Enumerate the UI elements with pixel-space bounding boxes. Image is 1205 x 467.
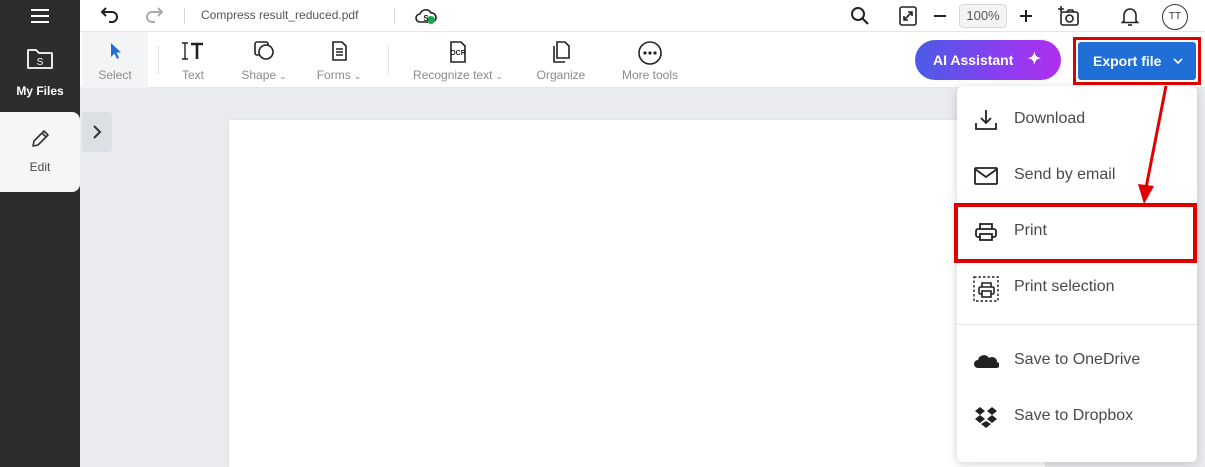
search-icon[interactable] (848, 4, 872, 28)
zoom-level[interactable]: 100% (959, 4, 1007, 28)
nav-my-files[interactable]: S My Files (0, 34, 80, 110)
menu-item-label: Send by email (1014, 166, 1116, 183)
undo-icon[interactable] (98, 4, 122, 28)
tool-label: More tools (621, 68, 679, 82)
ocr-icon-text: OCR (450, 50, 466, 57)
shape-icon (251, 40, 277, 67)
tool-label: Recognize text (413, 68, 493, 82)
print-highlight-box (954, 203, 1197, 263)
tool-label-wrap: Forms ⌄ (308, 68, 370, 82)
menu-item-download[interactable]: Download (957, 96, 1197, 144)
tool-text[interactable]: Text (168, 32, 218, 88)
divider (158, 46, 159, 74)
tool-select[interactable]: Select (82, 32, 148, 88)
menu-item-onedrive[interactable]: Save to OneDrive (957, 337, 1197, 385)
print-selection-icon (973, 276, 999, 302)
tool-label: Forms (316, 68, 351, 82)
email-icon (973, 164, 999, 188)
cloud-sync-icon[interactable]: S (414, 4, 438, 28)
menu-item-label: Print selection (1014, 278, 1115, 295)
tool-bar: Select Text Shape ⌄ Forms ⌄ OCR Recognize … (80, 32, 1205, 88)
tool-label-wrap: Shape ⌄ (232, 68, 296, 82)
export-file-label: Export file (1093, 53, 1162, 69)
download-icon (973, 108, 999, 132)
tool-forms[interactable]: Forms ⌄ (308, 32, 370, 88)
chevron-down-icon: ⌄ (279, 71, 287, 81)
export-menu: Download Send by email Print Print selec… (957, 86, 1197, 462)
tool-shape[interactable]: Shape ⌄ (232, 32, 296, 88)
top-bar: Compress result_reduced.pdf S 100% TT (80, 0, 1205, 32)
expand-panel-button[interactable] (82, 112, 112, 152)
nav-edit[interactable]: Edit (0, 112, 80, 192)
onedrive-icon (973, 349, 1000, 373)
organize-icon (550, 40, 572, 69)
folder-icon-letter: S (37, 57, 44, 68)
left-rail: S My Files Edit (0, 0, 80, 467)
folder-icon: S (26, 46, 54, 75)
menu-item-dropbox[interactable]: Save to Dropbox (957, 393, 1197, 441)
menu-divider (957, 324, 1197, 325)
tool-label-wrap: Recognize text ⌄ (406, 68, 510, 82)
nav-my-files-label: My Files (16, 84, 64, 98)
pencil-icon (29, 128, 51, 155)
tool-label: Select (98, 68, 132, 82)
divider (184, 8, 185, 24)
tool-label: Text (181, 68, 204, 82)
menu-item-label: Download (1014, 110, 1086, 127)
tool-more[interactable]: More tools (612, 32, 688, 88)
bell-icon[interactable] (1118, 4, 1142, 28)
cursor-icon (105, 40, 125, 67)
document-page[interactable] (229, 120, 1045, 467)
divider (394, 8, 395, 24)
tool-organize[interactable]: Organize (528, 32, 594, 88)
ai-assistant-button[interactable]: AI Assistant ✦ (915, 40, 1061, 80)
menu-icon[interactable] (28, 6, 52, 26)
menu-item-print-selection[interactable]: Print selection (957, 264, 1197, 312)
text-icon (180, 40, 206, 67)
tool-label: Shape (241, 68, 277, 82)
file-name: Compress result_reduced.pdf (201, 8, 359, 22)
redo-icon[interactable] (142, 4, 166, 28)
ocr-icon: OCR (446, 40, 470, 69)
chevron-down-icon: ⌄ (353, 71, 362, 81)
zoom-out-icon[interactable] (928, 4, 952, 28)
dropbox-icon (973, 405, 999, 429)
tool-recognize-text[interactable]: OCR Recognize text ⌄ (406, 32, 510, 88)
menu-item-label: Save to Dropbox (1014, 407, 1134, 424)
nav-edit-label: Edit (29, 160, 51, 174)
divider (388, 46, 389, 74)
zoom-in-icon[interactable] (1014, 4, 1038, 28)
more-icon (637, 40, 663, 71)
export-file-button[interactable]: Export file (1078, 42, 1196, 80)
tool-label: Organize (536, 68, 586, 82)
menu-item-send-email[interactable]: Send by email (957, 152, 1197, 200)
chevron-down-icon: ⌄ (495, 71, 503, 81)
ai-assistant-label: AI Assistant (933, 52, 1014, 68)
fit-page-icon[interactable] (896, 4, 920, 28)
cloud-badge-letter: S (423, 14, 429, 23)
chevron-right-icon (82, 125, 112, 156)
sparkle-icon: ✦ (1027, 51, 1041, 68)
forms-icon (328, 40, 350, 67)
add-image-icon[interactable] (1056, 4, 1082, 28)
avatar[interactable]: TT (1162, 4, 1188, 30)
menu-item-label: Save to OneDrive (1014, 351, 1141, 368)
